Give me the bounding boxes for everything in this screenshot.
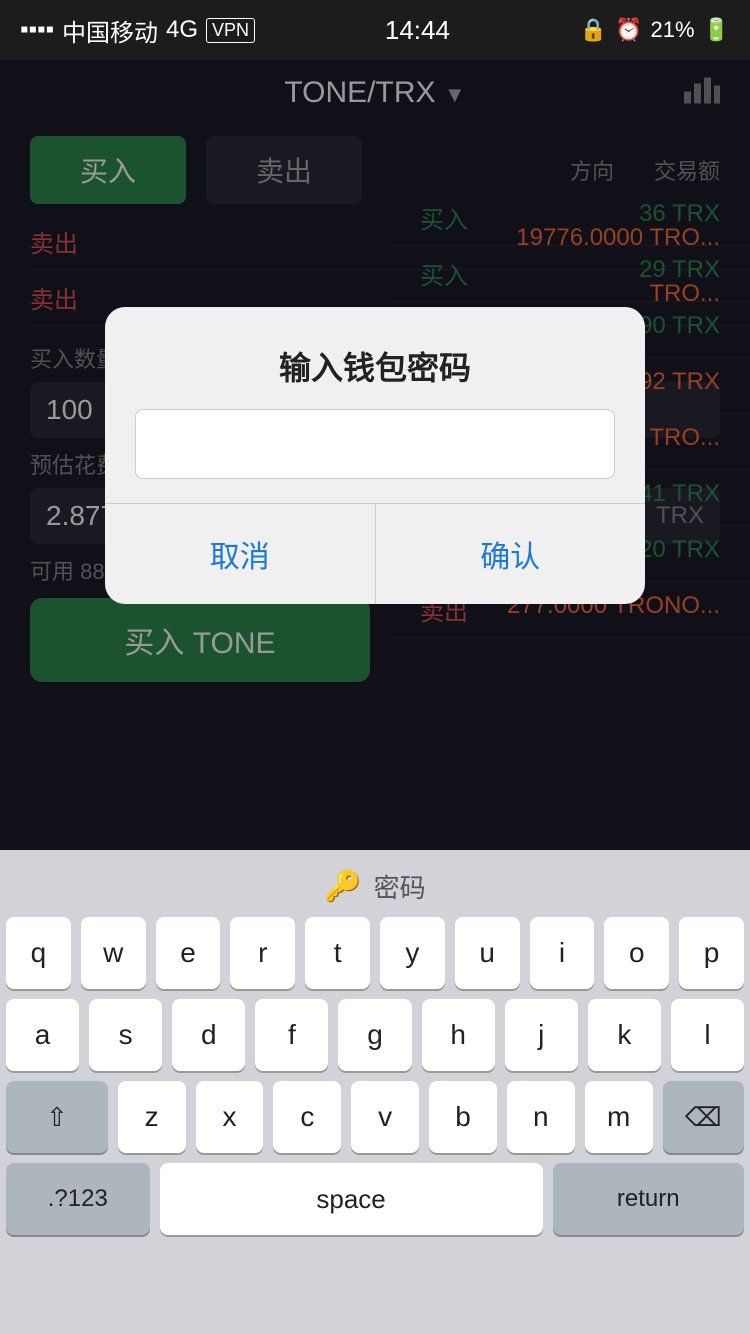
key-s[interactable]: s (89, 999, 162, 1071)
status-time: 14:44 (385, 15, 450, 46)
signal-icon: ▪▪▪▪ (20, 16, 54, 44)
trading-area: TONE/TRX ▼ 买入 卖出 方向 交易额 卖出 19776.0000 TR… (0, 60, 750, 850)
status-left: ▪▪▪▪ 中国移动 4G VPN (20, 13, 255, 48)
key-row-1: q w e r t y u i o p (6, 917, 744, 989)
keyboard-area: 🔑 密码 q w e r t y u i o p a s d f g h j k… (0, 850, 750, 1334)
dialog-title: 输入钱包密码 (105, 307, 645, 409)
key-row-3: ⇧ z x c v b n m ⌫ (6, 1081, 744, 1153)
keyboard-hint: 🔑 密码 (0, 850, 750, 917)
key-r[interactable]: r (230, 917, 295, 989)
carrier-label: 中国移动 (62, 13, 158, 48)
key-x[interactable]: x (196, 1081, 264, 1153)
key-i[interactable]: i (530, 917, 595, 989)
symbols-key[interactable]: .?123 (6, 1163, 150, 1235)
key-o[interactable]: o (604, 917, 669, 989)
password-dialog: 输入钱包密码 取消 确认 (105, 307, 645, 604)
network-label: 4G (166, 16, 198, 44)
key-f[interactable]: f (255, 999, 328, 1071)
keyboard-rows: q w e r t y u i o p a s d f g h j k l ⇧ … (0, 917, 750, 1235)
key-a[interactable]: a (6, 999, 79, 1071)
key-p[interactable]: p (679, 917, 744, 989)
vpn-label: VPN (206, 18, 255, 43)
battery-label: 21% (651, 17, 695, 43)
key-row-2: a s d f g h j k l (6, 999, 744, 1071)
key-t[interactable]: t (305, 917, 370, 989)
status-right: 🔒 ⏰ 21% 🔋 (580, 17, 730, 43)
dialog-buttons: 取消 确认 (105, 503, 645, 604)
key-d[interactable]: d (172, 999, 245, 1071)
delete-key[interactable]: ⌫ (663, 1081, 744, 1153)
key-k[interactable]: k (588, 999, 661, 1071)
password-input[interactable] (135, 409, 615, 479)
key-row-4: .?123 space return (6, 1163, 744, 1235)
return-key[interactable]: return (553, 1163, 744, 1235)
key-g[interactable]: g (338, 999, 411, 1071)
battery-icon: 🔋 (703, 17, 730, 43)
lock-icon: 🔒 (580, 17, 607, 43)
keyboard-hint-label: 密码 (374, 868, 426, 905)
key-icon: 🔑 (324, 869, 361, 904)
key-e[interactable]: e (156, 917, 221, 989)
key-j[interactable]: j (505, 999, 578, 1071)
status-bar: ▪▪▪▪ 中国移动 4G VPN 14:44 🔒 ⏰ 21% 🔋 (0, 0, 750, 60)
cancel-button[interactable]: 取消 (105, 504, 376, 604)
confirm-button[interactable]: 确认 (376, 504, 646, 604)
key-m[interactable]: m (585, 1081, 653, 1153)
key-l[interactable]: l (671, 999, 744, 1071)
shift-key[interactable]: ⇧ (6, 1081, 108, 1153)
key-y[interactable]: y (380, 917, 445, 989)
key-w[interactable]: w (81, 917, 146, 989)
dialog-input-wrap[interactable] (105, 409, 645, 503)
key-v[interactable]: v (351, 1081, 419, 1153)
key-n[interactable]: n (507, 1081, 575, 1153)
key-h[interactable]: h (422, 999, 495, 1071)
dialog-overlay: 输入钱包密码 取消 确认 (0, 60, 750, 850)
key-b[interactable]: b (429, 1081, 497, 1153)
key-c[interactable]: c (273, 1081, 341, 1153)
alarm-icon: ⏰ (615, 17, 642, 43)
space-key[interactable]: space (160, 1163, 543, 1235)
key-z[interactable]: z (118, 1081, 186, 1153)
key-u[interactable]: u (455, 917, 520, 989)
key-q[interactable]: q (6, 917, 71, 989)
